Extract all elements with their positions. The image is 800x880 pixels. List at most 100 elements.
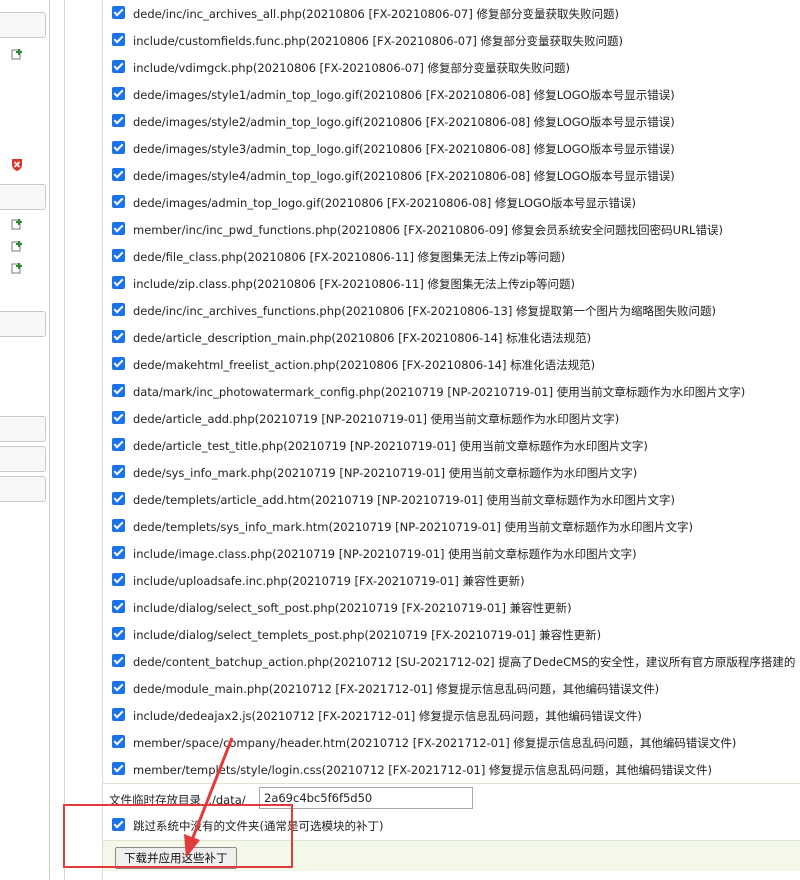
patch-file-checkbox[interactable]	[112, 114, 125, 127]
add-item-icon[interactable]	[11, 48, 23, 60]
patch-file-row[interactable]: include/vdimgck.php(20210806 [FX-2021080…	[103, 54, 800, 82]
add-item-icon[interactable]	[11, 240, 23, 252]
add-item-icon[interactable]	[11, 262, 23, 274]
patch-file-checkbox[interactable]	[112, 465, 125, 478]
patch-file-label: dede/file_class.php(20210806 [FX-2021080…	[133, 250, 566, 264]
patch-file-label: dede/article_test_title.php(20210719 [NP…	[133, 439, 648, 453]
skip-missing-folders-row[interactable]: 跳过系统中没有的文件夹(通常是可选模块的补丁)	[103, 814, 800, 840]
patch-file-label: member/inc/inc_pwd_functions.php(2021080…	[133, 223, 723, 237]
side-bar-6[interactable]	[0, 476, 46, 502]
patch-file-label: member/space/company/header.htm(20210712…	[133, 736, 737, 750]
patch-file-checkbox[interactable]	[112, 330, 125, 343]
patch-file-row[interactable]: include/image.class.php(20210719 [NP-202…	[103, 540, 800, 568]
side-bar-1[interactable]	[0, 12, 46, 38]
patch-file-row[interactable]: dede/sys_info_mark.php(20210719 [NP-2021…	[103, 459, 800, 487]
patch-file-row[interactable]: dede/article_description_main.php(202108…	[103, 324, 800, 352]
patch-file-label: dede/templets/article_add.htm(20210719 […	[133, 493, 676, 507]
patch-file-row[interactable]: dede/makehtml_freelist_action.php(202108…	[103, 351, 800, 379]
patch-file-row[interactable]: dede/images/style2/admin_top_logo.gif(20…	[103, 108, 800, 136]
patch-file-row[interactable]: include/dialog/select_soft_post.php(2021…	[103, 594, 800, 622]
patch-file-checkbox[interactable]	[112, 681, 125, 694]
patch-file-row[interactable]: dede/images/admin_top_logo.gif(20210806 …	[103, 189, 800, 217]
patch-file-row[interactable]: dede/inc/inc_archives_all.php(20210806 […	[103, 0, 800, 28]
patch-file-checkbox[interactable]	[112, 384, 125, 397]
patch-file-label: member/templets/style/login.css(20210712…	[133, 763, 712, 777]
patch-file-checkbox[interactable]	[112, 222, 125, 235]
patch-file-checkbox[interactable]	[112, 438, 125, 451]
delete-shield-icon[interactable]	[11, 158, 23, 171]
patch-file-checkbox[interactable]	[112, 492, 125, 505]
action-footer: 下载并应用这些补丁	[103, 840, 800, 871]
patch-file-label: include/dedeajax2.js(20210712 [FX-202171…	[133, 709, 642, 723]
patch-file-row[interactable]: include/zip.class.php(20210806 [FX-20210…	[103, 270, 800, 298]
left-sidebar	[0, 0, 50, 880]
patch-file-row[interactable]: dede/file_class.php(20210806 [FX-2021080…	[103, 243, 800, 271]
patch-file-label: dede/sys_info_mark.php(20210719 [NP-2021…	[133, 466, 638, 480]
column-divider	[64, 0, 65, 880]
patch-file-label: dede/images/style2/admin_top_logo.gif(20…	[133, 115, 675, 129]
patch-file-label: dede/inc/inc_archives_all.php(20210806 […	[133, 7, 619, 21]
patch-file-checkbox[interactable]	[112, 357, 125, 370]
patch-file-row[interactable]: member/templets/style/login.css(20210712…	[103, 756, 800, 784]
patch-file-label: dede/images/style1/admin_top_logo.gif(20…	[133, 88, 675, 102]
patch-file-checkbox[interactable]	[112, 168, 125, 181]
patch-file-checkbox[interactable]	[112, 60, 125, 73]
side-bar-3[interactable]	[0, 311, 46, 337]
patch-file-row[interactable]: dede/module_main.php(20210712 [FX-202171…	[103, 675, 800, 703]
patch-file-checkbox[interactable]	[112, 6, 125, 19]
patch-file-checkbox[interactable]	[112, 654, 125, 667]
patch-file-label: dede/makehtml_freelist_action.php(202108…	[133, 358, 596, 372]
patch-file-label: dede/images/style3/admin_top_logo.gif(20…	[133, 142, 675, 156]
patch-file-checkbox[interactable]	[112, 141, 125, 154]
side-bar-4[interactable]	[0, 416, 46, 442]
patch-file-checkbox[interactable]	[112, 411, 125, 424]
patch-file-row[interactable]: dede/templets/article_add.htm(20210719 […	[103, 486, 800, 514]
patch-file-checkbox[interactable]	[112, 276, 125, 289]
patch-file-checkbox[interactable]	[112, 708, 125, 721]
patch-file-label: include/customfields.func.php(20210806 […	[133, 34, 624, 48]
patch-file-checkbox[interactable]	[112, 87, 125, 100]
patch-file-checkbox[interactable]	[112, 249, 125, 262]
patch-file-row[interactable]: dede/templets/sys_info_mark.htm(20210719…	[103, 513, 800, 541]
temp-dir-row: 文件临时存放目录 ../data/	[103, 786, 800, 814]
patch-file-checkbox[interactable]	[112, 735, 125, 748]
patch-file-label: include/uploadsafe.inc.php(20210719 [FX-…	[133, 574, 525, 588]
patch-file-checkbox[interactable]	[112, 573, 125, 586]
patch-file-label: dede/content_batchup_action.php(20210712…	[133, 655, 796, 669]
patch-file-row[interactable]: include/uploadsafe.inc.php(20210719 [FX-…	[103, 567, 800, 595]
patch-file-checkbox[interactable]	[112, 33, 125, 46]
patch-file-checkbox[interactable]	[112, 762, 125, 775]
temp-dir-label: 文件临时存放目录 ../data/	[109, 793, 246, 807]
patch-file-row[interactable]: dede/images/style1/admin_top_logo.gif(20…	[103, 81, 800, 109]
patch-file-checkbox[interactable]	[112, 627, 125, 640]
patch-file-label: include/image.class.php(20210719 [NP-202…	[133, 547, 637, 561]
patch-file-label: dede/article_add.php(20210719 [NP-202107…	[133, 412, 620, 426]
patch-file-row[interactable]: member/space/company/header.htm(20210712…	[103, 729, 800, 757]
patch-file-label: dede/article_description_main.php(202108…	[133, 331, 592, 345]
patch-file-row[interactable]: include/dedeajax2.js(20210712 [FX-202171…	[103, 702, 800, 730]
patch-file-row[interactable]: dede/inc/inc_archives_functions.php(2021…	[103, 297, 800, 325]
patch-file-checkbox[interactable]	[112, 546, 125, 559]
skip-missing-folders-label: 跳过系统中没有的文件夹(通常是可选模块的补丁)	[133, 819, 384, 833]
side-bar-2[interactable]	[0, 184, 46, 210]
side-bar-5[interactable]	[0, 446, 46, 472]
patch-file-row[interactable]: dede/article_add.php(20210719 [NP-202107…	[103, 405, 800, 433]
temp-dir-input[interactable]	[259, 787, 473, 809]
patch-file-row[interactable]: member/inc/inc_pwd_functions.php(2021080…	[103, 216, 800, 244]
patch-file-row[interactable]: dede/images/style3/admin_top_logo.gif(20…	[103, 135, 800, 163]
patch-file-checkbox[interactable]	[112, 519, 125, 532]
patch-file-row[interactable]: dede/images/style4/admin_top_logo.gif(20…	[103, 162, 800, 190]
patch-file-label: include/dialog/select_templets_post.php(…	[133, 628, 602, 642]
patch-file-row[interactable]: include/customfields.func.php(20210806 […	[103, 27, 800, 55]
patch-file-row[interactable]: dede/article_test_title.php(20210719 [NP…	[103, 432, 800, 460]
patch-file-row[interactable]: include/dialog/select_templets_post.php(…	[103, 621, 800, 649]
download-apply-patches-button[interactable]: 下载并应用这些补丁	[115, 847, 237, 869]
patch-file-checkbox[interactable]	[112, 600, 125, 613]
patch-file-checkbox[interactable]	[112, 195, 125, 208]
patch-file-row[interactable]: dede/content_batchup_action.php(20210712…	[103, 648, 800, 676]
patch-file-row[interactable]: data/mark/inc_photowatermark_config.php(…	[103, 378, 800, 406]
add-item-icon[interactable]	[11, 218, 23, 230]
patch-file-checkbox[interactable]	[112, 303, 125, 316]
patch-file-label: data/mark/inc_photowatermark_config.php(…	[133, 385, 746, 399]
skip-missing-folders-checkbox[interactable]	[112, 818, 125, 831]
